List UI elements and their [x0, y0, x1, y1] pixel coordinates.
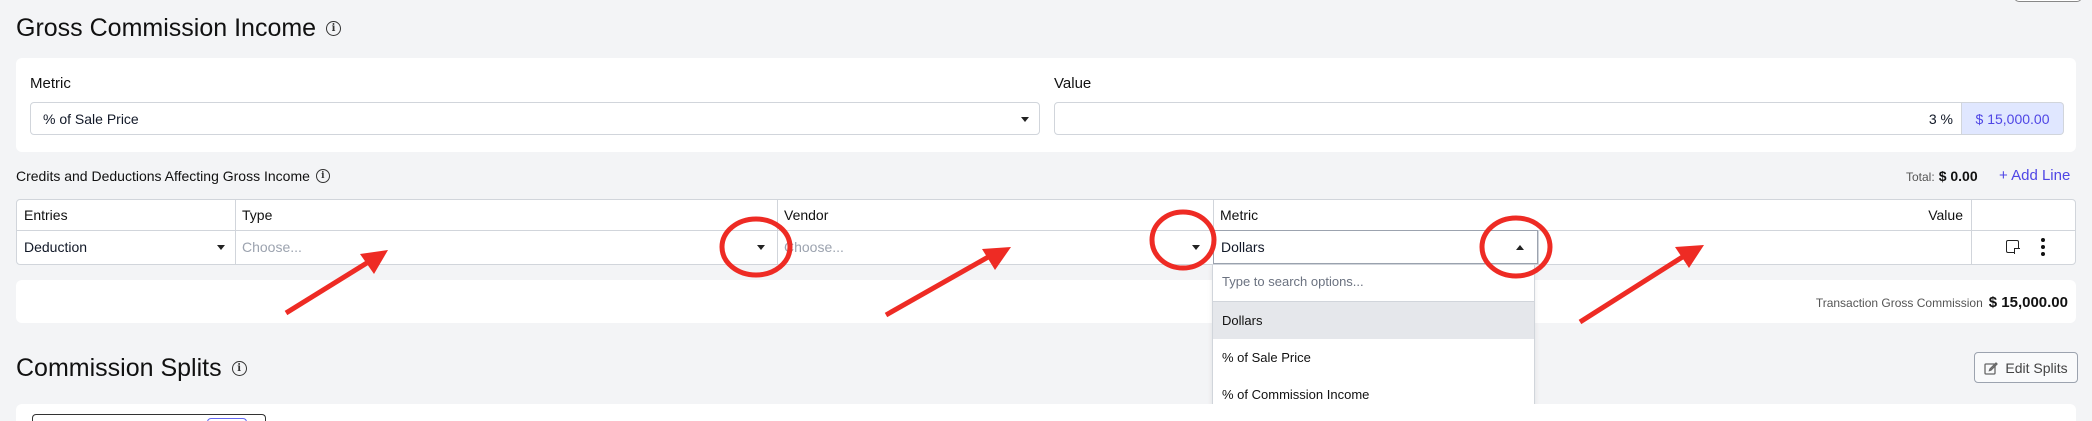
chevron-down-icon — [217, 245, 225, 250]
metric-label: Metric — [30, 75, 71, 92]
edit-icon — [1984, 361, 1999, 375]
transaction-value: $ 15,000.00 — [1988, 294, 2068, 311]
vendor-placeholder: Choose... — [784, 239, 844, 255]
metric-dropdown: Type to search options... Dollars % of S… — [1212, 264, 1535, 413]
add-line-link[interactable]: + Add Line — [1999, 167, 2070, 184]
col-vendor: Vendor — [784, 207, 829, 223]
metric-row-value: Dollars — [1221, 239, 1265, 255]
value-percent-input[interactable]: 3 % — [1054, 102, 1962, 135]
transaction-gross: Transaction Gross Commission $ 15,000.00 — [1816, 294, 2068, 311]
transaction-label: Transaction Gross Commission — [1815, 296, 1983, 310]
col-type: Type — [242, 207, 273, 223]
value-percent-text: 3 % — [1928, 110, 1953, 127]
value-row-input[interactable] — [1538, 230, 1971, 264]
edit-splits-button[interactable]: Edit Splits — [1974, 352, 2078, 383]
splits-title: Commission Splits — [16, 354, 222, 382]
gci-heading: Gross Commission Income i — [16, 14, 342, 43]
metric-select-value: % of Sale Price — [43, 110, 139, 127]
transaction-card — [16, 280, 2076, 323]
gci-title: Gross Commission Income — [16, 14, 317, 42]
top-button-edge — [2014, 0, 2082, 2]
value-amount-addon: $ 15,000.00 — [1962, 102, 2064, 135]
col-value: Value — [1928, 207, 1963, 223]
chevron-down-icon — [1192, 245, 1200, 250]
info-icon[interactable]: i — [326, 21, 342, 36]
col-divider — [1971, 200, 1972, 264]
chevron-down-icon — [1021, 117, 1029, 122]
splits-card — [16, 404, 2076, 421]
dropdown-search-input[interactable]: Type to search options... — [1222, 274, 1522, 289]
dropdown-option[interactable]: Dollars — [1213, 302, 1534, 339]
metric-row-select[interactable]: Dollars — [1213, 230, 1538, 264]
entries-select[interactable]: Deduction — [17, 230, 235, 264]
value-amount-text: $ 15,000.00 — [1975, 110, 2050, 127]
col-metric: Metric — [1220, 207, 1259, 223]
splits-heading: Commission Splits i — [16, 354, 247, 383]
more-options-icon[interactable] — [2041, 238, 2045, 256]
metric-select[interactable]: % of Sale Price — [30, 102, 1040, 135]
total-label: Total: — [1906, 170, 1935, 184]
value-label: Value — [1054, 75, 1092, 92]
info-icon[interactable]: i — [315, 169, 330, 183]
dropdown-option[interactable]: % of Sale Price — [1213, 339, 1534, 376]
total-value: $ 0.00 — [1938, 168, 1978, 184]
col-entries: Entries — [24, 207, 68, 223]
entries-value: Deduction — [24, 239, 88, 255]
note-icon[interactable] — [2006, 240, 2020, 254]
credits-total: Total: $ 0.00 — [1906, 168, 1978, 184]
chevron-up-icon — [1516, 245, 1524, 250]
credits-heading: Credits and Deductions Affecting Gross I… — [16, 168, 330, 184]
credits-title: Credits and Deductions Affecting Gross I… — [16, 168, 310, 184]
info-icon[interactable]: i — [231, 361, 247, 376]
credits-table: Entries Type Vendor Metric Value Deducti… — [16, 199, 2076, 265]
type-placeholder: Choose... — [242, 239, 302, 255]
edit-splits-label: Edit Splits — [2005, 359, 2068, 376]
chevron-down-icon — [757, 245, 765, 250]
vendor-select[interactable]: Choose... — [777, 230, 1213, 264]
type-select[interactable]: Choose... — [235, 230, 777, 264]
